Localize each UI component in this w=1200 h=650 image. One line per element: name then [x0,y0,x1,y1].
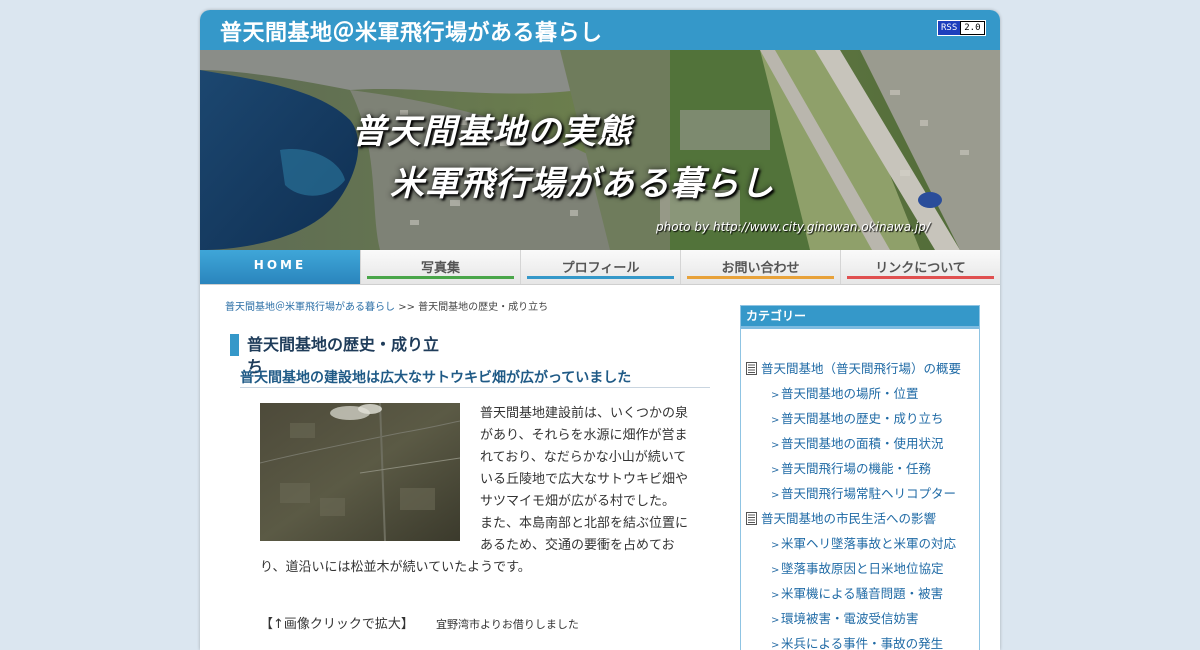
sidebar-item-incidents[interactable]: > 米兵による事件・事故の発生 [771,633,943,650]
nav-underline [687,276,834,279]
page-container: 普天間基地＠米軍飛行場がある暮らし RSS 2.0 普天間基地の実態 米軍飛行場… [200,10,1000,650]
banner-title-line1: 普天間基地の実態 [352,112,632,152]
category-group-overview[interactable]: 普天間基地（普天間飛行場）の概要 [746,358,961,377]
nav-contact-label: お問い合わせ [721,261,800,276]
nav-home[interactable]: HOME [200,250,360,284]
nav-underline [847,276,994,279]
arrow-icon: > [771,540,780,551]
category-group-label: 普天間基地（普天間飛行場）の概要 [761,361,962,376]
sidebar-item-noise[interactable]: > 米軍機による騒音問題・被害 [771,583,943,602]
nav-underline [367,276,514,279]
sidebar-item-label: 墜落事故原因と日米地位協定 [781,561,944,576]
sidebar-item-helicopter[interactable]: > 普天間飛行場常駐ヘリコプター [771,483,956,502]
arrow-icon: > [771,640,780,650]
nav-photos-label: 写真集 [420,261,460,276]
category-group-label: 普天間基地の市民生活への影響 [761,511,937,526]
sidebar-item-function[interactable]: > 普天間飛行場の機能・任務 [771,458,931,477]
arrow-icon: > [771,465,780,476]
arrow-icon: > [771,590,780,601]
article-paragraph-1: 普天間基地建設前は、いくつかの泉があり、それらを水源に畑作が営まれており、なだら… [480,406,689,509]
photo-spacer [260,403,480,543]
banner-title-line2: 米軍飛行場がある暮らし [390,164,775,204]
nav-home-label: HOME [253,258,307,272]
arrow-icon: > [771,390,780,401]
arrow-icon: > [771,615,780,626]
caption-source: 宜野湾市よりお借りしました [436,618,579,631]
breadcrumb-current: 普天間基地の歴史・成り立ち [418,302,549,313]
breadcrumb: 普天間基地＠米軍飛行場がある暮らし >> 普天間基地の歴史・成り立ち [225,298,548,313]
sidebar-item-history[interactable]: > 普天間基地の歴史・成り立ち [771,408,944,427]
nav-profile[interactable]: プロフィール [520,250,680,284]
sidebar-item-sofa[interactable]: > 墜落事故原因と日米地位協定 [771,558,944,577]
breadcrumb-home-link[interactable]: 普天間基地＠米軍飛行場がある暮らし [225,302,395,313]
section-title: 普天間基地の建設地は広大なサトウキビ畑が広がっていました [240,367,710,388]
document-icon [746,512,757,525]
category-header: カテゴリー [741,306,979,329]
sidebar-item-location[interactable]: > 普天間基地の場所・位置 [771,383,919,402]
document-icon [746,362,757,375]
rss-version: 2.0 [961,22,984,34]
article-title: 普天間基地の歴史・成り立ち [230,334,447,376]
nav-links-label: リンクについて [875,261,966,276]
sidebar-item-label: 普天間基地の面積・使用状況 [781,436,944,451]
main-nav: HOME 写真集 プロフィール お問い合わせ リンクについて [200,250,1000,285]
sidebar-item-label: 普天間飛行場の機能・任務 [781,461,932,476]
rss-label: RSS [938,21,961,35]
sidebar-item-label: 米軍機による騒音問題・被害 [781,586,944,601]
sidebar-item-crash[interactable]: > 米軍ヘリ墜落事故と米軍の対応 [771,533,956,552]
sidebar-item-label: 米軍ヘリ墜落事故と米軍の対応 [781,536,957,551]
nav-contact[interactable]: お問い合わせ [680,250,840,284]
rss-badge[interactable]: RSS 2.0 [937,20,986,36]
header-banner: 普天間基地の実態 米軍飛行場がある暮らし photo by http://www… [200,50,1000,250]
sidebar-item-label: 普天間飛行場常駐ヘリコプター [781,486,957,501]
arrow-icon: > [771,415,780,426]
sidebar-item-label: 米兵による事件・事故の発生 [781,636,944,650]
nav-photos[interactable]: 写真集 [360,250,520,284]
nav-underline [527,276,674,279]
sidebar-item-environment[interactable]: > 環境被害・電波受信妨害 [771,608,919,627]
arrow-icon: > [771,565,780,576]
sidebar-item-label: 普天間基地の場所・位置 [781,386,919,401]
photo-caption: 【↑画像クリックで拡大】 宜野湾市よりお借りしました [260,613,579,632]
site-title[interactable]: 普天間基地＠米軍飛行場がある暮らし [220,15,603,47]
category-group-impact[interactable]: 普天間基地の市民生活への影響 [746,508,936,527]
photo-credit: photo by http://www.city.ginowan.okinawa… [656,220,930,234]
nav-links[interactable]: リンクについて [840,250,1000,284]
nav-profile-label: プロフィール [561,261,640,276]
arrow-icon: > [771,440,780,451]
sidebar-item-area[interactable]: > 普天間基地の面積・使用状況 [771,433,944,452]
sidebar-item-label: 環境被害・電波受信妨害 [781,611,919,626]
breadcrumb-separator: >> [398,302,415,313]
site-header: 普天間基地＠米軍飛行場がある暮らし RSS 2.0 [200,10,1000,50]
category-sidebar: カテゴリー 普天間基地（普天間飛行場）の概要 > 普天間基地の場所・位置 > 普天間… [740,305,980,650]
arrow-icon: > [771,490,780,501]
sidebar-item-label: 普天間基地の歴史・成り立ち [781,411,944,426]
article-body: 普天間基地建設前は、いくつかの泉があり、それらを水源に畑作が営まれており、なだら… [260,403,692,579]
